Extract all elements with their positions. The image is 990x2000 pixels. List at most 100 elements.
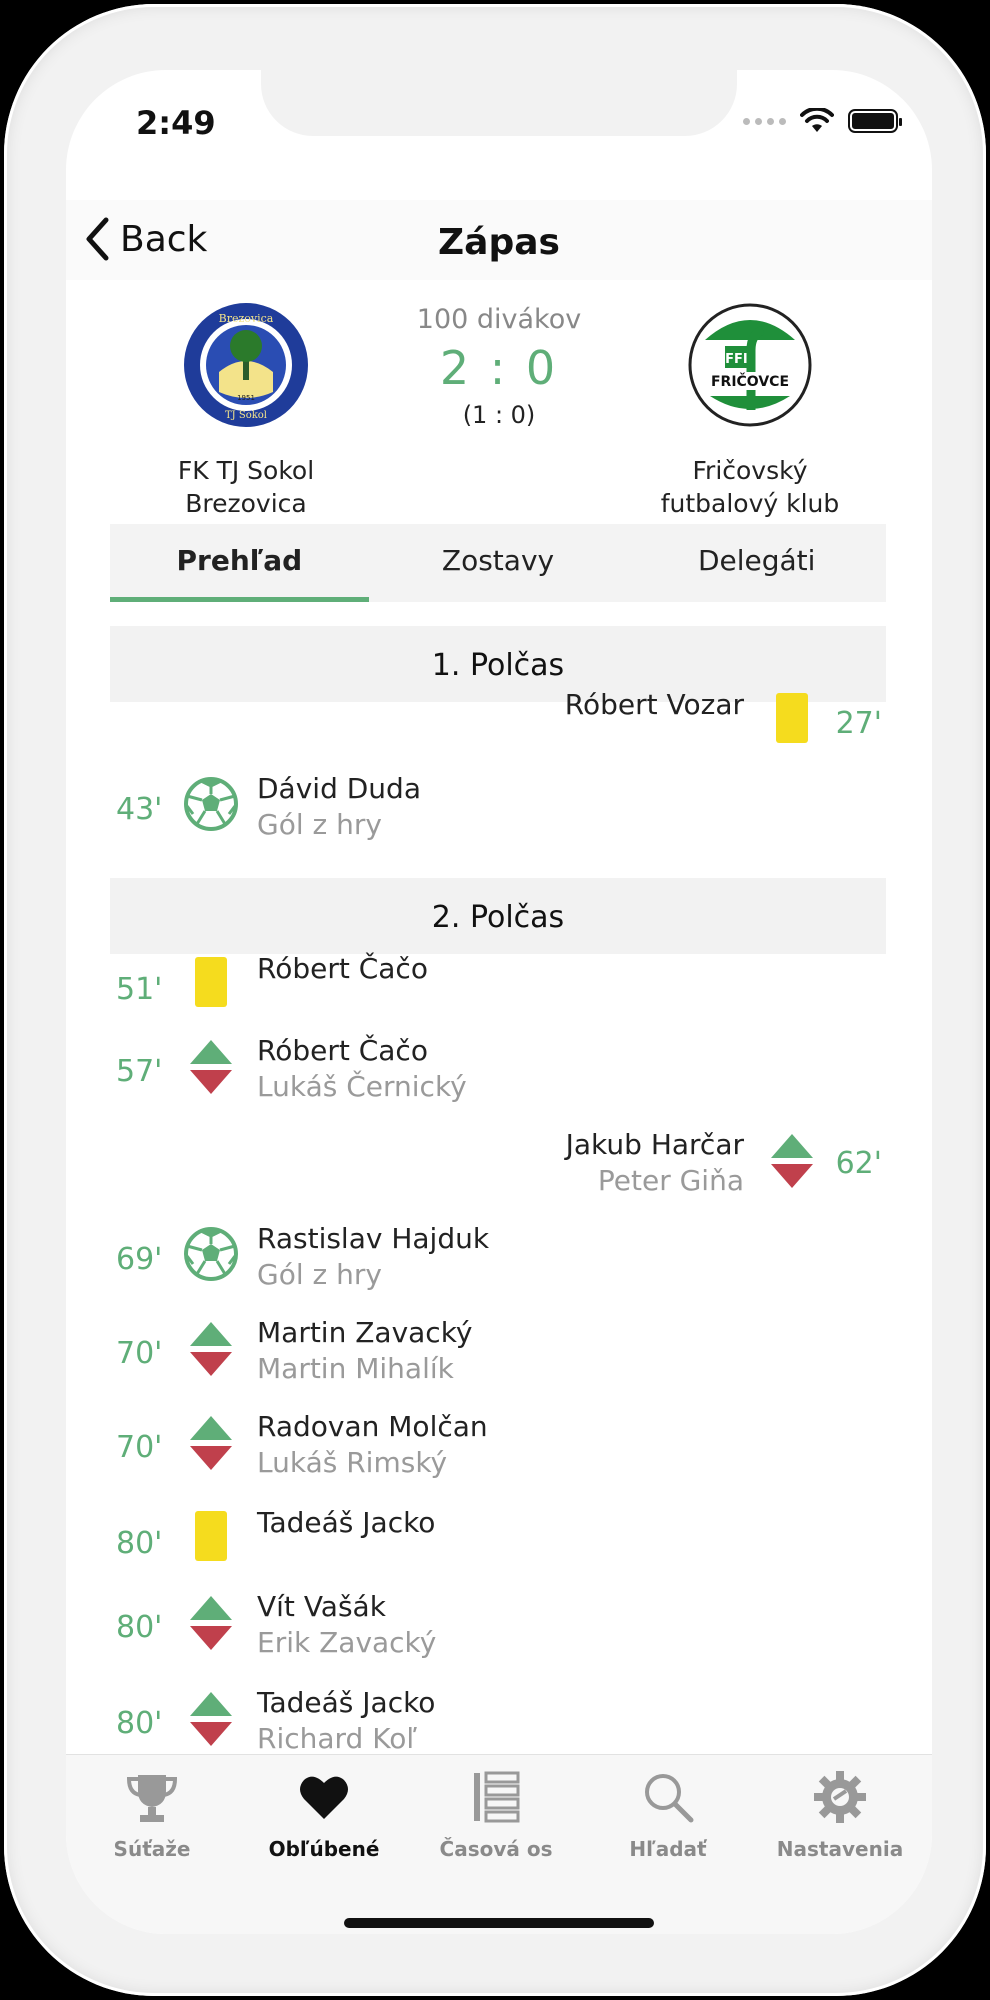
event-row[interactable]: 80' Vít Vašák Erik Zavacký [110, 1590, 886, 1664]
tab-overview[interactable]: Prehľad [110, 524, 369, 602]
home-team[interactable]: Brezovica TJ Sokol 1951 FK TJ Sokol Brez… [106, 300, 386, 520]
event-row[interactable]: 70' Martin Zavacký Martin Mihalík [110, 1316, 886, 1390]
event-player: Radovan Molčan [257, 1410, 488, 1443]
event-minute: 57' [116, 1054, 163, 1089]
event-minute: 80' [116, 1610, 163, 1645]
home-team-logo: Brezovica TJ Sokol 1951 [184, 303, 308, 427]
event-detail: Lukáš Černický [257, 1070, 467, 1103]
event-detail: Peter Giňa [597, 1164, 744, 1197]
event-player: Martin Zavacký [257, 1316, 473, 1349]
event-minute: 80' [116, 1526, 163, 1561]
event-player: Tadeáš Jacko [257, 1506, 436, 1539]
event-row[interactable]: 57' Róbert Čačo Lukáš Černický [110, 1034, 886, 1108]
first-half-header: 1. Polčas [110, 626, 886, 702]
tab-bar: Súťaže Obľúbené Časová os Hľadať Nastave… [66, 1754, 932, 1934]
event-row[interactable]: 43' Dávid Duda Gól z hry [110, 772, 886, 846]
gear-icon [814, 1771, 866, 1823]
tab-officials[interactable]: Delegáti [627, 524, 886, 602]
navigation-bar: Back Zápas [66, 200, 932, 280]
substitution-icon [769, 1132, 815, 1194]
tabbar-label: Obľúbené [268, 1837, 380, 1861]
tabbar-label: Súťaže [113, 1837, 191, 1861]
tabbar-item-search[interactable]: Hľadať [582, 1769, 754, 1861]
substitution-icon [188, 1414, 234, 1476]
event-detail: Richard Koľ [257, 1722, 417, 1755]
phone-frame: 2:49 Back Zápas Brezovica TJ Sokol 1951 … [4, 4, 986, 1996]
ball-icon [183, 776, 239, 836]
event-row[interactable]: 80' Tadeáš Jacko [110, 1506, 886, 1580]
segmented-tabs: Prehľad Zostavy Delegáti [110, 524, 886, 602]
halftime-score: (1 : 0) [462, 401, 536, 429]
svg-text:1951: 1951 [237, 394, 255, 402]
event-detail: Martin Mihalík [257, 1352, 454, 1385]
substitution-icon [188, 1594, 234, 1656]
away-team-name: Fričovský futbalový klub [610, 454, 890, 520]
event-minute: 51' [116, 972, 163, 1007]
event-minute: 43' [116, 792, 163, 827]
away-team-logo: FFK FRIČOVCE [688, 303, 812, 427]
home-team-name-line1: FK TJ Sokol [177, 456, 315, 485]
event-detail: Gól z hry [257, 1258, 382, 1291]
tabbar-item-timeline[interactable]: Časová os [410, 1769, 582, 1861]
substitution-icon [188, 1690, 234, 1752]
event-minute: 62' [835, 1146, 882, 1181]
event-player: Róbert Vozar [564, 688, 744, 721]
ball-icon [183, 1226, 239, 1286]
signal-icon [743, 117, 786, 125]
home-indicator [344, 1918, 654, 1928]
tabbar-item-settings[interactable]: Nastavenia [754, 1769, 926, 1861]
tab-lineups[interactable]: Zostavy [369, 524, 628, 602]
away-team[interactable]: FFK FRIČOVCE Fričovský futbalový klub [610, 300, 890, 520]
away-team-name-line1: Fričovský [692, 456, 808, 485]
search-icon [645, 1774, 694, 1823]
event-player: Rastislav Hajduk [257, 1222, 490, 1255]
event-row[interactable]: 62' Jakub Harčar Peter Giňa [110, 1128, 886, 1202]
event-detail: Lukáš Rimský [257, 1446, 448, 1479]
event-row[interactable]: 27' Róbert Vozar [110, 688, 886, 762]
event-row[interactable]: 69' Rastislav Hajduk Gól z hry [110, 1222, 886, 1296]
event-minute: 70' [116, 1336, 163, 1371]
event-player: Jakub Harčar [565, 1128, 744, 1161]
trophy-icon [126, 1775, 178, 1822]
status-icons [743, 108, 902, 134]
event-player: Róbert Čačo [257, 952, 428, 985]
event-row[interactable]: 80' Tadeáš Jacko Richard Koľ [110, 1686, 886, 1760]
heart-icon [300, 1776, 348, 1819]
event-detail: Gól z hry [257, 808, 382, 841]
wifi-icon [800, 108, 834, 132]
event-minute: 69' [116, 1242, 163, 1277]
status-time: 2:49 [136, 104, 216, 142]
screen: 2:49 Back Zápas Brezovica TJ Sokol 1951 … [66, 70, 932, 1934]
home-team-name: FK TJ Sokol Brezovica [106, 454, 386, 520]
event-player: Dávid Duda [257, 772, 421, 805]
event-player: Róbert Čačo [257, 1034, 428, 1067]
spectators-count: 100 divákov [416, 304, 582, 335]
substitution-icon [188, 1320, 234, 1382]
event-player: Tadeáš Jacko [257, 1686, 436, 1719]
match-score: 2 : 0 [439, 341, 559, 395]
event-row[interactable]: 51' Róbert Čačo [110, 952, 886, 1026]
second-half-header: 2. Polčas [110, 878, 886, 954]
event-player: Vít Vašák [257, 1590, 386, 1623]
battery-icon [848, 109, 902, 133]
event-row[interactable]: 70' Radovan Molčan Lukáš Rimský [110, 1410, 886, 1484]
tabbar-label: Časová os [439, 1837, 553, 1861]
home-team-name-line2: Brezovica [185, 489, 307, 518]
tabbar-label: Hľadať [629, 1837, 707, 1861]
page-title: Zápas [438, 222, 560, 263]
tabbar-item-competitions[interactable]: Súťaže [66, 1769, 238, 1861]
event-detail: Erik Zavacký [257, 1626, 437, 1659]
event-minute: 70' [116, 1430, 163, 1465]
tabbar-label: Nastavenia [776, 1837, 904, 1861]
timeline-icon [474, 1771, 520, 1823]
svg-text:Brezovica: Brezovica [219, 312, 274, 325]
svg-text:TJ Sokol: TJ Sokol [225, 410, 267, 421]
score-block: 100 divákov 2 : 0 (1 : 0) [366, 304, 632, 429]
yellow-card-icon [774, 692, 810, 748]
substitution-icon [188, 1038, 234, 1100]
tabbar-item-favorites[interactable]: Obľúbené [238, 1769, 410, 1861]
event-minute: 27' [835, 706, 882, 741]
event-minute: 80' [116, 1706, 163, 1741]
yellow-card-icon [193, 956, 229, 1012]
yellow-card-icon [193, 1510, 229, 1566]
